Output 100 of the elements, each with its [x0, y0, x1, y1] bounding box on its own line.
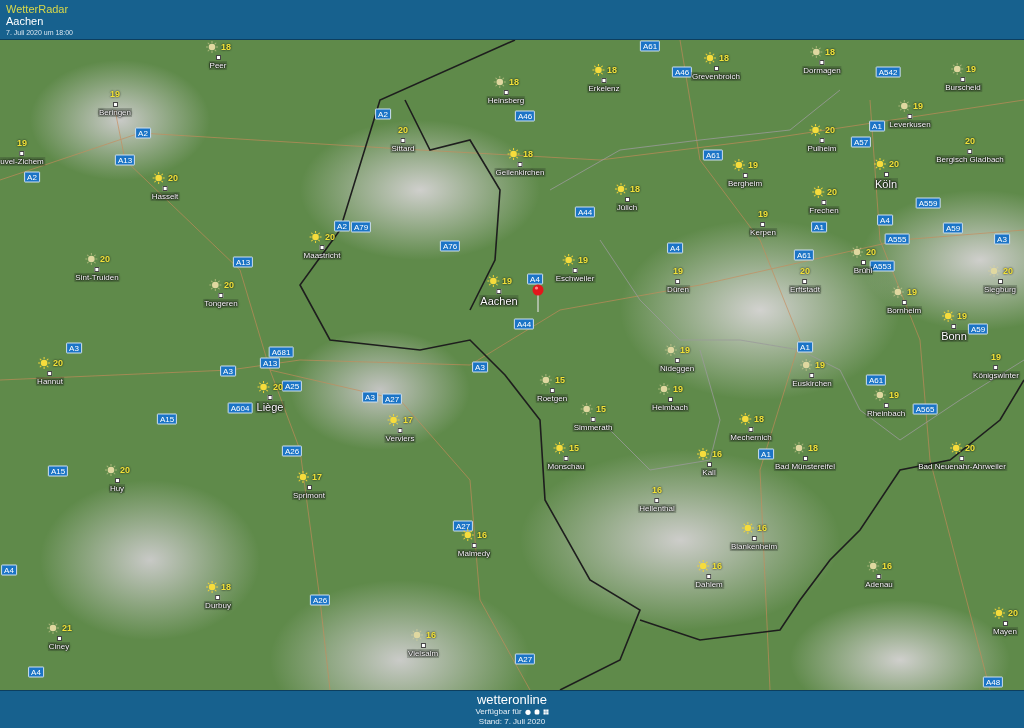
- temperature-label: 18: [808, 443, 818, 453]
- temperature-label: 16: [882, 561, 892, 571]
- sun-icon: [696, 447, 710, 461]
- road-sign: A4: [877, 214, 893, 226]
- temperature-label: 20: [53, 358, 63, 368]
- temperature-label: 20: [398, 125, 408, 135]
- hazy-sun-icon: [205, 40, 219, 54]
- road-sign: A4: [28, 666, 44, 678]
- hazy-sun-icon: [84, 252, 98, 266]
- updated-text: Stand: 7. Juli 2020: [478, 717, 546, 727]
- temperature-label: 16: [712, 449, 722, 459]
- temperature-label: 19: [991, 352, 1001, 362]
- sun-icon: [37, 356, 51, 370]
- hazy-sun-icon: [850, 245, 864, 259]
- temperature-label: 15: [596, 404, 606, 414]
- road-sign: A3: [994, 233, 1010, 245]
- road-sign: A2: [135, 127, 151, 139]
- sun-icon: [507, 147, 521, 161]
- road-sign: A2: [24, 171, 40, 183]
- hazy-sun-icon: [792, 441, 806, 455]
- temperature-label: 19: [110, 89, 120, 99]
- sun-icon: [614, 182, 628, 196]
- app-title: WetterRadar: [6, 3, 69, 15]
- temperature-label: 18: [719, 53, 729, 63]
- road-sign: A26: [309, 594, 331, 606]
- temperature-label: 20: [224, 280, 234, 290]
- sun-icon: [387, 413, 401, 427]
- hazy-sun-icon: [873, 388, 887, 402]
- location-title: Aachen: [6, 15, 44, 28]
- hazy-sun-icon: [580, 402, 594, 416]
- road-sign: A59: [967, 323, 989, 335]
- sun-icon: [741, 521, 755, 535]
- road-sign: A559: [915, 197, 941, 209]
- temperature-label: 18: [607, 65, 617, 75]
- temperature-label: 19: [913, 101, 923, 111]
- sun-icon: [205, 580, 219, 594]
- temperature-label: 19: [957, 311, 967, 321]
- road-sign: A61: [639, 40, 661, 52]
- temperature-label: 20: [168, 173, 178, 183]
- road-sign: A26: [281, 445, 303, 457]
- temperature-label: 19: [17, 138, 27, 148]
- sun-icon: [738, 412, 752, 426]
- road-sign: A13: [259, 357, 281, 369]
- hazy-sun-icon: [809, 45, 823, 59]
- sun-icon: [949, 441, 963, 455]
- location-pin-icon: [531, 283, 545, 313]
- hazy-sun-icon: [891, 285, 905, 299]
- road-sign: A27: [452, 520, 474, 532]
- temperature-label: 17: [403, 415, 413, 425]
- temperature-label: 19: [907, 287, 917, 297]
- hazy-sun-icon: [657, 382, 671, 396]
- sun-icon: [296, 470, 310, 484]
- temperature-label: 19: [748, 160, 758, 170]
- sun-icon: [309, 230, 323, 244]
- road-sign: A1: [797, 341, 813, 353]
- hazy-sun-icon: [664, 343, 678, 357]
- hazy-sun-icon: [987, 264, 1001, 278]
- road-sign: A4: [667, 242, 683, 254]
- temperature-label: 20: [1008, 608, 1018, 618]
- road-sign: A542: [875, 66, 901, 78]
- apple-icon[interactable]: [524, 709, 531, 715]
- road-sign: A46: [671, 66, 693, 78]
- road-sign: A61: [865, 374, 887, 386]
- temperature-label: 15: [569, 443, 579, 453]
- sun-icon: [486, 274, 500, 288]
- road-sign: A4: [1, 564, 17, 576]
- hazy-sun-icon: [897, 99, 911, 113]
- road-sign: A1: [869, 120, 885, 132]
- road-sign: A3: [362, 391, 378, 403]
- temperature-label: 20: [965, 136, 975, 146]
- temperature-label: 19: [680, 345, 690, 355]
- road-sign: A27: [381, 393, 403, 405]
- android-icon[interactable]: [533, 709, 540, 715]
- temperature-label: 18: [825, 47, 835, 57]
- brand-logo[interactable]: wetteronline: [476, 693, 548, 707]
- temperature-label: 20: [889, 159, 899, 169]
- temperature-label: 17: [312, 472, 322, 482]
- temperature-label: 19: [578, 255, 588, 265]
- sun-icon: [553, 441, 567, 455]
- road-sign: A2: [375, 108, 391, 120]
- road-sign: A44: [574, 206, 596, 218]
- sun-icon: [257, 380, 271, 394]
- sun-icon: [696, 559, 710, 573]
- temperature-label: 20: [325, 232, 335, 242]
- road-sign: A76: [439, 240, 461, 252]
- windows-icon[interactable]: [542, 709, 549, 715]
- hazy-sun-icon: [866, 559, 880, 573]
- temperature-label: 16: [757, 523, 767, 533]
- road-sign: A604: [227, 402, 253, 414]
- hazy-sun-icon: [493, 75, 507, 89]
- temperature-label: 20: [827, 187, 837, 197]
- road-sign: A13: [232, 256, 254, 268]
- temperature-label: 18: [630, 184, 640, 194]
- hazy-sun-icon: [410, 628, 424, 642]
- hazy-sun-icon: [208, 278, 222, 292]
- road-sign: A48: [982, 676, 1004, 688]
- sun-icon: [461, 528, 475, 542]
- road-sign: A1: [811, 221, 827, 233]
- road-sign: A27: [514, 653, 536, 665]
- temperature-label: 19: [673, 266, 683, 276]
